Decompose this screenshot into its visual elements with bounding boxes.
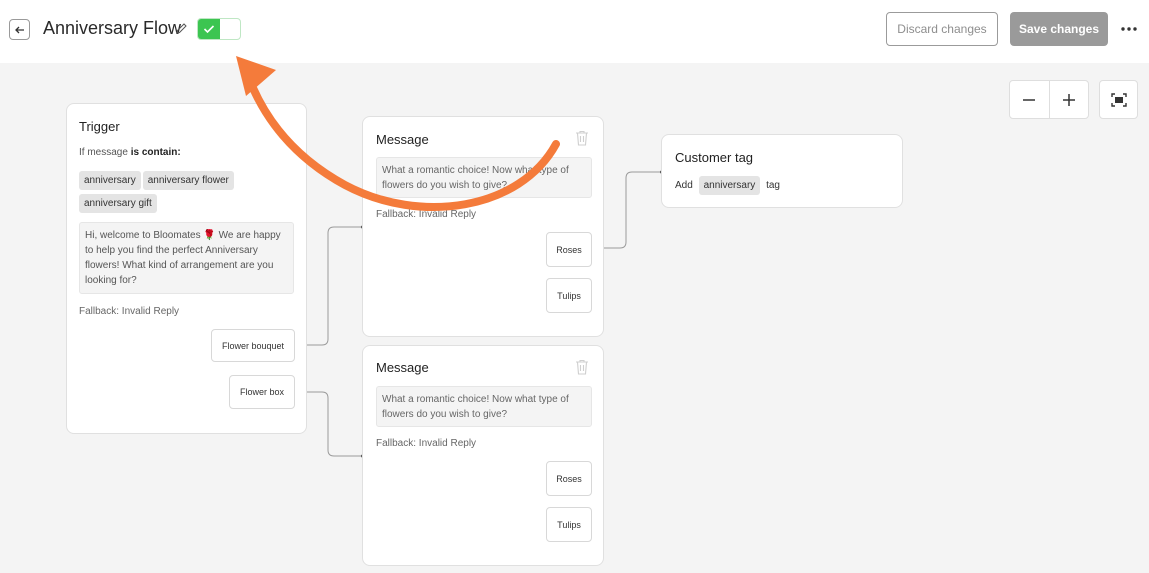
message-title: Message [376, 132, 429, 147]
keyword-chip: anniversary flower [142, 171, 234, 190]
toggle-on-segment [198, 19, 220, 39]
flow-title: Anniversary Flow [43, 18, 182, 38]
option-button-roses[interactable]: Roses [546, 461, 592, 496]
trash-icon[interactable] [575, 130, 589, 146]
top-bar: Anniversary Flow Discard changes Save ch… [0, 0, 1149, 63]
condition-operator: is contain: [130, 147, 181, 158]
discard-changes-button[interactable]: Discard changes [886, 12, 998, 46]
message-title: Message [376, 360, 429, 375]
arrow-left-icon [14, 26, 24, 33]
more-options-icon[interactable] [1119, 22, 1139, 36]
pencil-icon[interactable] [175, 22, 188, 35]
trigger-message: Hi, welcome to Bloomates 🌹 We are happy … [79, 222, 294, 294]
check-icon [203, 25, 215, 34]
option-button-flower-bouquet[interactable]: Flower bouquet [211, 329, 295, 362]
zoom-in-button[interactable] [1048, 81, 1089, 118]
tag-action-suffix: tag [766, 180, 780, 191]
back-button[interactable] [9, 19, 30, 40]
minus-icon [1023, 98, 1036, 101]
keyword-chips: anniversary anniversary flower anniversar… [79, 170, 299, 216]
trigger-title: Trigger [79, 119, 120, 134]
keyword-chip: anniversary gift [79, 194, 157, 213]
tag-chip: anniversary [698, 176, 761, 195]
option-button-roses[interactable]: Roses [546, 232, 592, 267]
option-button-flower-box[interactable]: Flower box [229, 375, 295, 409]
flow-active-toggle[interactable] [197, 18, 241, 40]
keyword-chip: anniversary [79, 171, 141, 190]
condition-prefix: If message [79, 147, 128, 158]
message-text: What a romantic choice! Now what type of… [376, 157, 592, 198]
customer-tag-title: Customer tag [675, 150, 754, 165]
option-button-tulips[interactable]: Tulips [546, 507, 592, 542]
fit-screen-icon [1110, 92, 1127, 107]
trigger-fallback: Fallback: Invalid Reply [79, 306, 180, 317]
plus-icon [1062, 93, 1075, 106]
trigger-card[interactable]: Trigger If message is contain: anniversa… [66, 103, 307, 434]
message-card[interactable]: Message What a romantic choice! Now what… [362, 116, 604, 337]
zoom-controls [1009, 80, 1089, 119]
trash-icon[interactable] [575, 359, 589, 375]
trigger-condition: If message is contain: [79, 147, 181, 158]
customer-tag-card[interactable]: Customer tag Add anniversary tag [661, 134, 903, 208]
customer-tag-action: Add anniversary tag [675, 176, 780, 195]
save-changes-button[interactable]: Save changes [1010, 12, 1108, 46]
message-text: What a romantic choice! Now what type of… [376, 386, 592, 427]
tag-action-prefix: Add [675, 180, 693, 191]
message-fallback: Fallback: Invalid Reply [376, 209, 477, 220]
message-card[interactable]: Message What a romantic choice! Now what… [362, 345, 604, 566]
zoom-out-button[interactable] [1010, 81, 1049, 118]
option-button-tulips[interactable]: Tulips [546, 278, 592, 313]
fit-view-button[interactable] [1099, 80, 1138, 119]
message-fallback: Fallback: Invalid Reply [376, 438, 477, 449]
